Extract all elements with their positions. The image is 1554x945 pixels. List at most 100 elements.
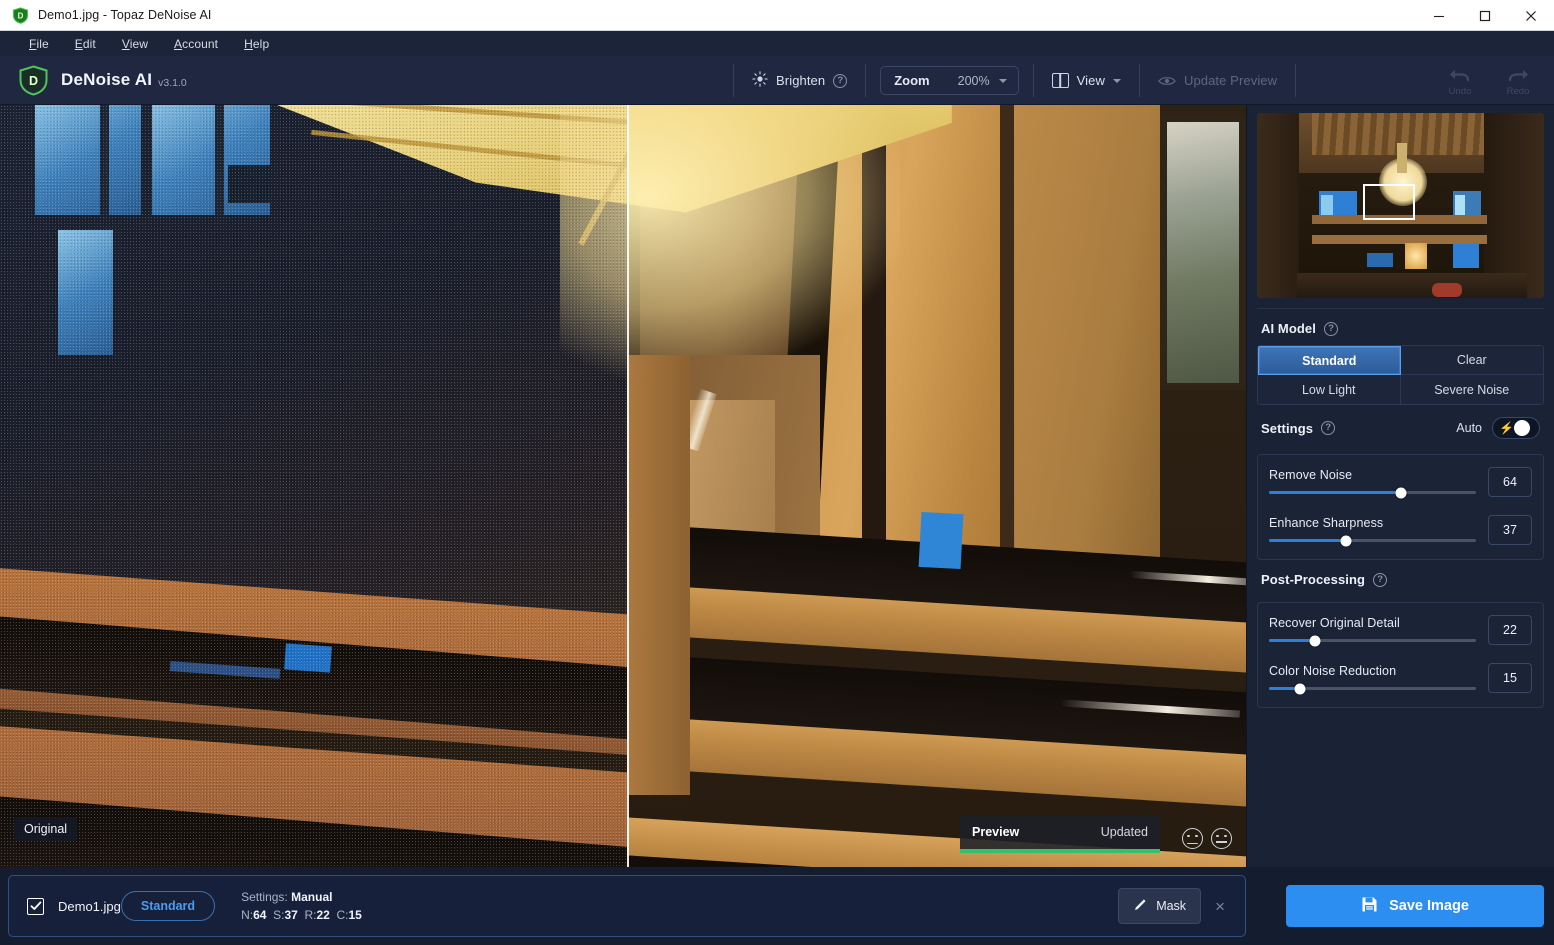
metric-r-key: R: <box>304 908 317 922</box>
slider-enhance-sharpness-label: Enhance Sharpness <box>1269 516 1384 530</box>
update-preview-button[interactable]: Update Preview <box>1140 56 1295 105</box>
zoom-label: Zoom <box>894 73 930 88</box>
toolbar-tools: Brighten ? Zoom 200% View Update Preview <box>733 56 1297 105</box>
undo-button[interactable]: Undo <box>1438 65 1482 97</box>
title-bar: D Demo1.jpg - Topaz DeNoise AI <box>0 0 1554 31</box>
menu-help[interactable]: Help <box>231 34 282 54</box>
minimize-icon[interactable] <box>1416 0 1462 31</box>
view-button[interactable]: View <box>1034 56 1139 105</box>
settings-title: Settings <box>1261 420 1314 436</box>
smiley-face-icon[interactable] <box>1182 828 1203 849</box>
wall-picture <box>1160 115 1246 390</box>
auto-label: Auto <box>1456 421 1482 435</box>
save-image-button[interactable]: Save Image <box>1286 885 1544 927</box>
ai-model-standard[interactable]: Standard <box>1258 346 1401 375</box>
undo-redo-group: Undo Redo <box>1438 56 1540 105</box>
slider-remove-noise-label: Remove Noise <box>1269 468 1353 482</box>
slider-color-noise-label: Color Noise Reduction <box>1269 664 1397 678</box>
topaz-shield-icon: D <box>12 6 29 24</box>
brand: D DeNoise AI v3.1.0 <box>17 64 187 97</box>
before-after-split-handle[interactable] <box>627 105 629 867</box>
view-label: View <box>1076 73 1105 88</box>
metric-n-value: 64 <box>253 908 267 922</box>
auto-group: Auto ⚡ <box>1456 417 1540 439</box>
slider-remove-noise-value[interactable]: 64 <box>1488 467 1532 497</box>
slider-enhance-sharpness: Enhance Sharpness 37 <box>1269 515 1532 546</box>
ai-model-help-icon[interactable]: ? <box>1323 321 1338 336</box>
slider-enhance-sharpness-value[interactable]: 37 <box>1488 515 1532 545</box>
brand-name: DeNoise AI <box>61 70 153 89</box>
metric-s-value: 37 <box>284 908 298 922</box>
preview-progress-fill <box>960 849 1160 853</box>
metric-c-value: 15 <box>348 908 362 922</box>
ai-model-header: AI Model ? <box>1247 309 1554 345</box>
menu-file-rest: ile <box>36 36 49 51</box>
slider-color-noise-knob[interactable] <box>1294 683 1306 694</box>
filmstrip-bar: Demo1.jpg Standard Settings: Manual N:64… <box>8 875 1246 937</box>
brand-version: v3.1.0 <box>158 77 187 89</box>
metric-s-key: S: <box>273 908 285 922</box>
ai-model-options: Standard Clear Low Light Severe Noise <box>1257 345 1544 405</box>
slider-color-noise-value[interactable]: 15 <box>1488 663 1532 693</box>
close-icon[interactable] <box>1508 0 1554 31</box>
brighten-help-icon[interactable]: ? <box>833 73 848 88</box>
chevron-down-icon[interactable] <box>998 78 1007 83</box>
ai-model-title: AI Model <box>1261 321 1316 336</box>
menu-edit[interactable]: Edit <box>62 34 109 54</box>
menu-view[interactable]: View <box>109 34 161 54</box>
menu-file[interactable]: File <box>16 34 62 54</box>
scene-denoised <box>627 105 1246 867</box>
ai-model-clear[interactable]: Clear <box>1400 346 1543 375</box>
brighten-label: Brighten <box>776 73 826 88</box>
brush-icon <box>1133 897 1148 915</box>
post-processing-help-icon[interactable]: ? <box>1373 572 1388 587</box>
slider-enhance-sharpness-track[interactable] <box>1269 535 1476 546</box>
file-checkbox[interactable] <box>27 897 44 915</box>
navigator-viewport-rect[interactable] <box>1363 183 1416 220</box>
file-settings-summary: Settings: Manual N:64 S:37 R:22 C:15 <box>241 889 362 923</box>
slider-color-noise-track[interactable] <box>1269 683 1476 694</box>
slider-remove-noise-knob[interactable] <box>1395 487 1407 498</box>
metric-r-value: 22 <box>316 908 330 922</box>
menu-account[interactable]: Account <box>161 34 231 54</box>
svg-text:D: D <box>29 74 38 88</box>
app-window: D Demo1.jpg - Topaz DeNoise AI File Edit… <box>0 0 1554 945</box>
navigator-thumbnail[interactable] <box>1257 113 1544 298</box>
settings-help-icon[interactable]: ? <box>1321 421 1336 435</box>
slider-remove-noise-track[interactable] <box>1269 487 1476 498</box>
post-processing-sliders: Recover Original Detail 22 Color Noise R… <box>1257 602 1544 708</box>
zoom-control[interactable]: Zoom 200% <box>880 66 1019 95</box>
auto-toggle[interactable]: ⚡ <box>1492 417 1540 439</box>
slider-recover-detail-label: Recover Original Detail <box>1269 616 1400 630</box>
toggle-knob <box>1514 420 1530 436</box>
feedback-group <box>1182 828 1232 849</box>
toolbar-divider-5 <box>1295 64 1297 97</box>
original-pane <box>0 105 627 867</box>
window-title: Demo1.jpg - Topaz DeNoise AI <box>38 8 212 22</box>
slider-recover-detail-value[interactable]: 22 <box>1488 615 1532 645</box>
brighten-button[interactable]: Brighten ? <box>734 56 865 105</box>
ai-model-severe-noise[interactable]: Severe Noise <box>1400 375 1543 404</box>
slider-recover-detail-knob[interactable] <box>1309 635 1321 646</box>
settings-sliders: Remove Noise 64 Enhance Sharpness 37 <box>1257 454 1544 560</box>
mask-button[interactable]: Mask <box>1118 888 1202 924</box>
zoom-value: 200% <box>957 73 990 88</box>
metric-c-key: C: <box>336 908 349 922</box>
file-model-chip[interactable]: Standard <box>120 891 216 921</box>
lightning-bolt-icon: ⚡ <box>1499 421 1514 435</box>
slider-remove-noise: Remove Noise 64 <box>1269 467 1532 498</box>
preview-label: Preview <box>972 825 1020 839</box>
remove-file-icon[interactable]: × <box>1215 898 1225 915</box>
slider-enhance-sharpness-knob[interactable] <box>1340 535 1352 546</box>
image-viewport[interactable]: Original Preview Updated <box>0 105 1246 867</box>
slider-recover-detail-track[interactable] <box>1269 635 1476 646</box>
eye-icon <box>1158 75 1176 86</box>
file-name: Demo1.jpg <box>58 898 121 914</box>
redo-button[interactable]: Redo <box>1496 65 1540 97</box>
ai-model-low-light[interactable]: Low Light <box>1258 375 1401 404</box>
neutral-face-icon[interactable] <box>1211 828 1232 849</box>
brighten-icon <box>752 71 768 90</box>
maximize-icon[interactable] <box>1462 0 1508 31</box>
preview-pane <box>627 105 1246 867</box>
view-chevron-down-icon[interactable] <box>1112 78 1121 83</box>
